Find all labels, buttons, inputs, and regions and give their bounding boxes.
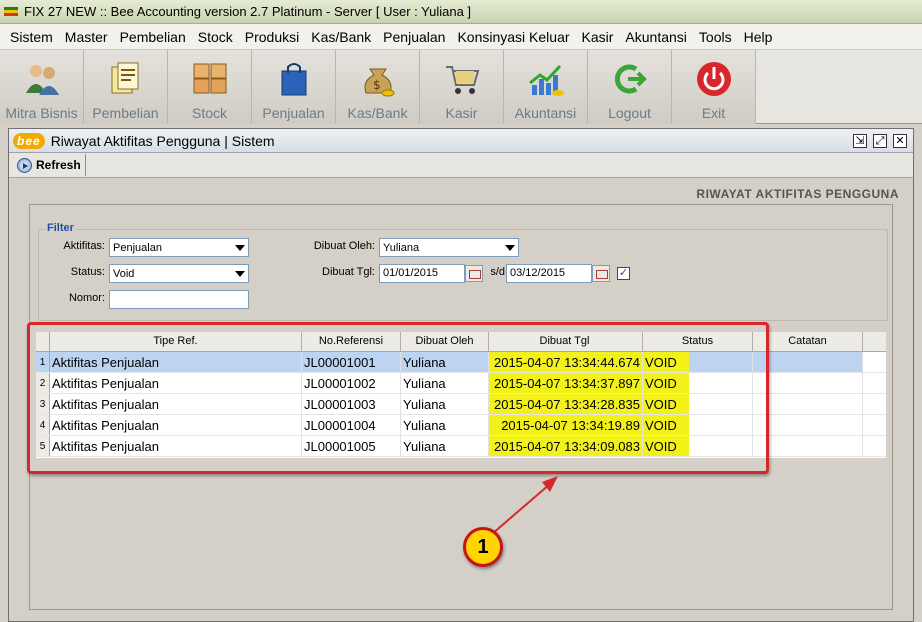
toolbar-label: Akuntansi [514,105,577,121]
aktifitas-select[interactable]: Penjualan [109,238,249,257]
toolbar-label: Pembelian [92,105,159,121]
toolbar-label: Penjualan [262,105,325,121]
child-toolbar: Refresh [9,153,913,178]
window-title-bar: FIX 27 NEW :: Bee Accounting version 2.7… [0,0,922,24]
menu-sistem[interactable]: Sistem [4,29,59,45]
menu-tools[interactable]: Tools [693,29,738,45]
close-icon[interactable]: ✕ [893,133,907,148]
cell-catatan [753,352,863,372]
toolbar-label: Stock [191,105,227,121]
chevron-down-icon [235,270,245,277]
status-value: Void [113,267,135,280]
toolbar-label: Mitra Bisnis [5,105,78,121]
toolbar-kas-bank-button[interactable]: $ Kas/Bank [336,50,420,124]
toolbar-logout-button[interactable]: Logout [588,50,672,124]
refresh-button[interactable]: Refresh [13,154,86,176]
people-icon [25,65,59,95]
app-icon [4,6,18,17]
dibuat-oleh-label: Dibuat Oleh: [313,240,375,252]
main-toolbar: Mitra Bisnis Pembelian Stock Penjualan $ [0,50,922,124]
cell-catatan [753,373,863,393]
child-window-title: Riwayat Aktifitas Pengguna | Sistem [50,132,275,149]
child-window-title-bar: bee Riwayat Aktifitas Pengguna | Sistem … [9,129,913,153]
nomor-label: Nomor: [68,292,105,304]
dibuat-tgl-label: Dibuat Tgl: [322,266,375,278]
refresh-label: Refresh [36,158,81,172]
maximize-icon[interactable]: ⤢ [873,133,887,148]
annotation-arrow [491,476,558,535]
panel-heading: RIWAYAT AKTIFITAS PENGGUNA [696,187,899,201]
sd-label: s/d [490,266,505,278]
shopping-bag-icon [281,63,306,96]
svg-text:$: $ [373,78,381,92]
annotation-badge: 1 [463,527,503,567]
filter-group: Filter Aktifitas: Penjualan Status: Void… [38,222,888,321]
toolbar-mitra-bisnis-button[interactable]: Mitra Bisnis [0,50,84,124]
toolbar-filler [756,50,922,123]
menu-bar: Sistem Master Pembelian Stock Produksi K… [0,24,922,50]
menu-kas-bank[interactable]: Kas/Bank [305,29,377,45]
dibuat-oleh-select[interactable]: Yuliana [379,238,519,257]
bee-logo: bee [13,132,45,149]
money-bag-icon: $ [364,68,394,97]
power-icon [696,62,731,96]
toolbar-kasir-button[interactable]: Kasir [420,50,504,124]
menu-akuntansi[interactable]: Akuntansi [619,29,692,45]
menu-produksi[interactable]: Produksi [239,29,305,45]
aktifitas-label: Aktifitas: [63,240,105,252]
toolbar-label: Kasir [445,105,478,121]
aktifitas-value: Penjualan [113,241,162,254]
toolbar-label: Exit [701,105,726,121]
cell-catatan [753,394,863,414]
filter-legend: Filter [45,222,76,234]
toolbar-exit-button[interactable]: Exit [672,50,756,124]
toolbar-stock-button[interactable]: Stock [168,50,252,124]
menu-master[interactable]: Master [59,29,114,45]
chevron-down-icon [505,244,515,251]
menu-pembelian[interactable]: Pembelian [114,29,192,45]
toolbar-label: Logout [608,105,651,121]
restore-icon[interactable]: ⇲ [853,133,867,148]
chevron-down-icon [235,244,245,251]
cell-catatan [753,436,863,456]
col-catatan[interactable]: Catatan [753,332,863,351]
boxes-icon [193,63,226,94]
documents-icon [111,62,138,94]
menu-kasir[interactable]: Kasir [576,29,620,45]
date-filter-checkbox[interactable]: ✓ [617,267,630,280]
window-title: FIX 27 NEW :: Bee Accounting version 2.7… [24,4,472,19]
toolbar-label: Kas/Bank [347,105,408,121]
calendar-icon[interactable] [465,265,483,282]
window-controls: ⇲ ⤢ ✕ [853,133,913,148]
date-from-input[interactable]: 01/01/2015 [379,264,465,283]
menu-stock[interactable]: Stock [192,29,239,45]
toolbar-akuntansi-button[interactable]: Akuntansi [504,50,588,124]
chart-growth-icon [528,64,564,96]
menu-help[interactable]: Help [738,29,779,45]
menu-konsinyasi-keluar[interactable]: Konsinyasi Keluar [451,29,575,45]
refresh-icon [17,157,32,173]
toolbar-penjualan-button[interactable]: Penjualan [252,50,336,124]
status-select[interactable]: Void [109,264,249,283]
calendar-icon[interactable] [592,265,610,282]
cart-icon [445,66,479,94]
dibuat-oleh-value: Yuliana [383,241,420,254]
status-label: Status: [70,266,105,278]
logout-icon [614,64,647,94]
toolbar-pembelian-button[interactable]: Pembelian [84,50,168,124]
date-to-input[interactable]: 03/12/2015 [506,264,592,283]
menu-penjualan[interactable]: Penjualan [377,29,451,45]
cell-catatan [753,415,863,435]
annotation-highlight-box [27,322,769,474]
nomor-input[interactable] [109,290,249,309]
